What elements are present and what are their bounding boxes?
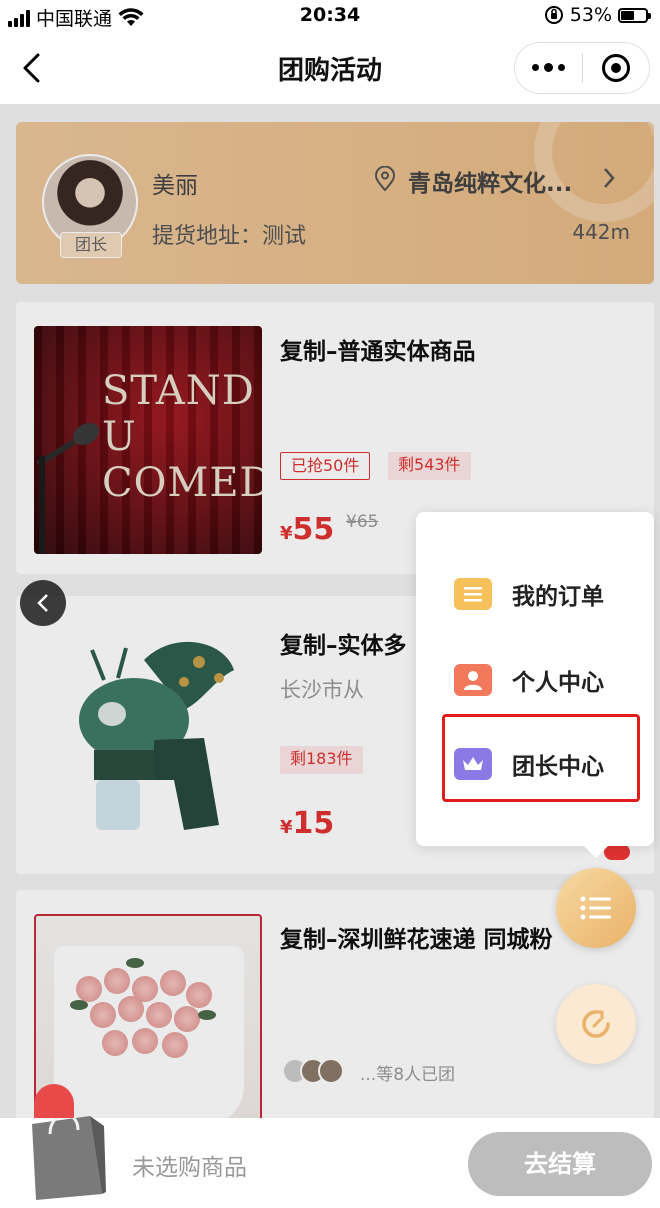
buyer-avatars [282,1058,344,1084]
chevron-right-icon [604,168,615,188]
battery-percent: 53% [569,4,612,26]
battery-fill [621,10,634,20]
close-mini-program-button[interactable] [583,54,650,82]
product-image [34,914,262,1118]
refresh-fab-button[interactable] [556,984,636,1064]
leader-card[interactable]: 团长 美丽 青岛纯粹文化... 提货地址：测试 442m [16,122,654,284]
product-title: 复制–实体多 [280,633,407,659]
previous-slide-button[interactable] [20,580,66,626]
avatar [318,1058,344,1084]
original-price: ¥65 [346,512,379,532]
distance-label: 442m [572,220,630,244]
hot-badge [34,1084,74,1118]
product-image [34,620,262,848]
menu-item-label: 我的订单 [512,584,604,610]
highlight-box [442,714,640,802]
status-right: 53% [544,4,651,26]
product-title: 复制–普通实体商品 [280,339,476,365]
chevron-left-icon [37,594,48,612]
product-subtitle: 长沙市从 [280,678,364,702]
microphone-icon [36,422,100,554]
more-button[interactable] [515,63,582,72]
user-icon [454,664,492,696]
orientation-lock-icon [544,6,563,24]
product-price: ¥15 [280,806,335,841]
product-image: STAND U COMEDY [34,326,262,554]
refresh-icon [582,1010,610,1038]
menu-item-personal-center[interactable]: 个人中心 [454,660,604,700]
leader-name: 美丽 [152,173,198,199]
nav-bar: 团购活动 [0,34,660,104]
bubble-gun-toy-image [79,641,234,830]
menu-fab-button[interactable] [556,868,636,948]
location-pin-icon [374,166,396,192]
joined-count: ...等8人已团 [360,1065,456,1085]
list-icon [454,578,492,610]
status-bar: 中国联通 20:34 53% [0,0,660,34]
battery-icon [618,7,651,23]
sold-count-tag: 已抢50件 [280,452,371,480]
pickup-address: 提货地址：测试 [152,224,307,249]
checkout-button[interactable]: 去结算 [468,1132,652,1196]
cart-status: 未选购商品 [132,1155,247,1181]
product-title: 复制–深圳鲜花速递 同城粉 [280,927,553,953]
bottom-bar: 未选购商品 去结算 [0,1113,660,1208]
product-image-caption: STAND U COMEDY [102,368,262,506]
mini-program-capsule [514,42,650,94]
stock-left-tag: 剩543件 [388,452,471,480]
product-card[interactable]: 复制–深圳鲜花速递 同城粉 ...等8人已团 [16,890,654,1118]
menu-item-my-orders[interactable]: 我的订单 [454,574,604,614]
stock-left-tag: 剩183件 [280,746,363,774]
leader-tag: 团长 [60,232,122,258]
menu-item-label: 个人中心 [512,670,604,696]
store-name: 青岛纯粹文化... [408,171,573,197]
list-icon [580,896,611,920]
product-price: ¥55 [280,512,335,547]
target-icon [601,54,630,82]
